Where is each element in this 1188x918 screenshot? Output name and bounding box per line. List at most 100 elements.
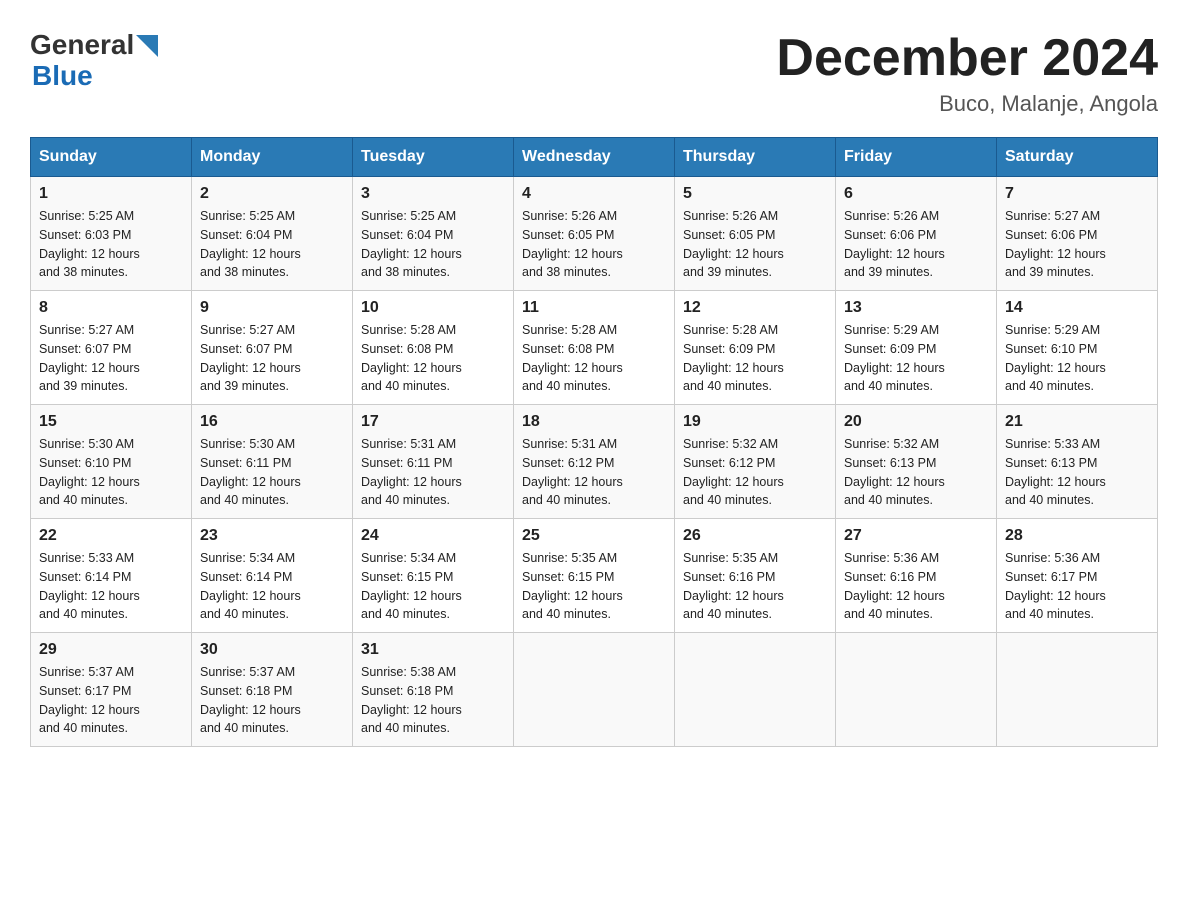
column-header-sunday: Sunday — [31, 138, 192, 177]
calendar-cell: 10 Sunrise: 5:28 AM Sunset: 6:08 PM Dayl… — [353, 291, 514, 405]
calendar-cell: 24 Sunrise: 5:34 AM Sunset: 6:15 PM Dayl… — [353, 519, 514, 633]
calendar-cell — [836, 633, 997, 747]
day-number: 4 — [522, 185, 666, 203]
day-number: 8 — [39, 299, 183, 317]
day-number: 20 — [844, 413, 988, 431]
calendar-cell: 6 Sunrise: 5:26 AM Sunset: 6:06 PM Dayli… — [836, 177, 997, 291]
day-number: 15 — [39, 413, 183, 431]
header-row: SundayMondayTuesdayWednesdayThursdayFrid… — [31, 138, 1158, 177]
calendar-cell: 25 Sunrise: 5:35 AM Sunset: 6:15 PM Dayl… — [514, 519, 675, 633]
day-number: 11 — [522, 299, 666, 317]
day-info: Sunrise: 5:26 AM Sunset: 6:05 PM Dayligh… — [522, 207, 666, 282]
day-number: 29 — [39, 641, 183, 659]
calendar-week-row: 1 Sunrise: 5:25 AM Sunset: 6:03 PM Dayli… — [31, 177, 1158, 291]
calendar-cell: 8 Sunrise: 5:27 AM Sunset: 6:07 PM Dayli… — [31, 291, 192, 405]
day-number: 17 — [361, 413, 505, 431]
day-number: 3 — [361, 185, 505, 203]
day-info: Sunrise: 5:37 AM Sunset: 6:17 PM Dayligh… — [39, 663, 183, 738]
calendar-cell: 9 Sunrise: 5:27 AM Sunset: 6:07 PM Dayli… — [192, 291, 353, 405]
day-info: Sunrise: 5:36 AM Sunset: 6:16 PM Dayligh… — [844, 549, 988, 624]
calendar-subtitle: Buco, Malanje, Angola — [776, 91, 1158, 117]
column-header-monday: Monday — [192, 138, 353, 177]
day-info: Sunrise: 5:29 AM Sunset: 6:09 PM Dayligh… — [844, 321, 988, 396]
calendar-cell: 22 Sunrise: 5:33 AM Sunset: 6:14 PM Dayl… — [31, 519, 192, 633]
calendar-cell: 31 Sunrise: 5:38 AM Sunset: 6:18 PM Dayl… — [353, 633, 514, 747]
day-info: Sunrise: 5:36 AM Sunset: 6:17 PM Dayligh… — [1005, 549, 1149, 624]
logo-triangle-icon — [136, 35, 158, 57]
day-number: 28 — [1005, 527, 1149, 545]
calendar-cell: 20 Sunrise: 5:32 AM Sunset: 6:13 PM Dayl… — [836, 405, 997, 519]
day-info: Sunrise: 5:25 AM Sunset: 6:04 PM Dayligh… — [200, 207, 344, 282]
title-section: December 2024 Buco, Malanje, Angola — [776, 30, 1158, 117]
day-number: 30 — [200, 641, 344, 659]
day-info: Sunrise: 5:26 AM Sunset: 6:05 PM Dayligh… — [683, 207, 827, 282]
calendar-cell: 26 Sunrise: 5:35 AM Sunset: 6:16 PM Dayl… — [675, 519, 836, 633]
day-number: 13 — [844, 299, 988, 317]
day-info: Sunrise: 5:28 AM Sunset: 6:08 PM Dayligh… — [522, 321, 666, 396]
calendar-cell: 1 Sunrise: 5:25 AM Sunset: 6:03 PM Dayli… — [31, 177, 192, 291]
calendar-cell: 4 Sunrise: 5:26 AM Sunset: 6:05 PM Dayli… — [514, 177, 675, 291]
day-number: 26 — [683, 527, 827, 545]
calendar-cell: 30 Sunrise: 5:37 AM Sunset: 6:18 PM Dayl… — [192, 633, 353, 747]
day-number: 25 — [522, 527, 666, 545]
calendar-cell: 5 Sunrise: 5:26 AM Sunset: 6:05 PM Dayli… — [675, 177, 836, 291]
calendar-week-row: 15 Sunrise: 5:30 AM Sunset: 6:10 PM Dayl… — [31, 405, 1158, 519]
calendar-cell: 11 Sunrise: 5:28 AM Sunset: 6:08 PM Dayl… — [514, 291, 675, 405]
calendar-cell: 2 Sunrise: 5:25 AM Sunset: 6:04 PM Dayli… — [192, 177, 353, 291]
day-number: 18 — [522, 413, 666, 431]
column-header-saturday: Saturday — [997, 138, 1158, 177]
calendar-cell: 17 Sunrise: 5:31 AM Sunset: 6:11 PM Dayl… — [353, 405, 514, 519]
day-number: 16 — [200, 413, 344, 431]
day-info: Sunrise: 5:32 AM Sunset: 6:12 PM Dayligh… — [683, 435, 827, 510]
day-number: 10 — [361, 299, 505, 317]
page-header: General Blue December 2024 Buco, Malanje… — [30, 30, 1158, 117]
calendar-cell: 16 Sunrise: 5:30 AM Sunset: 6:11 PM Dayl… — [192, 405, 353, 519]
calendar-cell: 29 Sunrise: 5:37 AM Sunset: 6:17 PM Dayl… — [31, 633, 192, 747]
day-info: Sunrise: 5:33 AM Sunset: 6:14 PM Dayligh… — [39, 549, 183, 624]
day-info: Sunrise: 5:27 AM Sunset: 6:07 PM Dayligh… — [39, 321, 183, 396]
day-info: Sunrise: 5:30 AM Sunset: 6:10 PM Dayligh… — [39, 435, 183, 510]
day-info: Sunrise: 5:37 AM Sunset: 6:18 PM Dayligh… — [200, 663, 344, 738]
day-info: Sunrise: 5:29 AM Sunset: 6:10 PM Dayligh… — [1005, 321, 1149, 396]
column-header-thursday: Thursday — [675, 138, 836, 177]
day-number: 6 — [844, 185, 988, 203]
day-number: 7 — [1005, 185, 1149, 203]
calendar-cell: 18 Sunrise: 5:31 AM Sunset: 6:12 PM Dayl… — [514, 405, 675, 519]
day-info: Sunrise: 5:33 AM Sunset: 6:13 PM Dayligh… — [1005, 435, 1149, 510]
day-info: Sunrise: 5:31 AM Sunset: 6:12 PM Dayligh… — [522, 435, 666, 510]
column-header-wednesday: Wednesday — [514, 138, 675, 177]
day-number: 23 — [200, 527, 344, 545]
calendar-cell — [997, 633, 1158, 747]
logo-blue-text: Blue — [32, 61, 158, 92]
day-number: 5 — [683, 185, 827, 203]
day-info: Sunrise: 5:27 AM Sunset: 6:07 PM Dayligh… — [200, 321, 344, 396]
day-info: Sunrise: 5:34 AM Sunset: 6:15 PM Dayligh… — [361, 549, 505, 624]
day-info: Sunrise: 5:32 AM Sunset: 6:13 PM Dayligh… — [844, 435, 988, 510]
day-number: 1 — [39, 185, 183, 203]
calendar-title: December 2024 — [776, 30, 1158, 87]
day-number: 22 — [39, 527, 183, 545]
calendar-cell: 21 Sunrise: 5:33 AM Sunset: 6:13 PM Dayl… — [997, 405, 1158, 519]
calendar-week-row: 29 Sunrise: 5:37 AM Sunset: 6:17 PM Dayl… — [31, 633, 1158, 747]
day-info: Sunrise: 5:30 AM Sunset: 6:11 PM Dayligh… — [200, 435, 344, 510]
day-info: Sunrise: 5:34 AM Sunset: 6:14 PM Dayligh… — [200, 549, 344, 624]
calendar-cell: 15 Sunrise: 5:30 AM Sunset: 6:10 PM Dayl… — [31, 405, 192, 519]
day-info: Sunrise: 5:25 AM Sunset: 6:04 PM Dayligh… — [361, 207, 505, 282]
day-info: Sunrise: 5:28 AM Sunset: 6:09 PM Dayligh… — [683, 321, 827, 396]
calendar-week-row: 8 Sunrise: 5:27 AM Sunset: 6:07 PM Dayli… — [31, 291, 1158, 405]
column-header-friday: Friday — [836, 138, 997, 177]
calendar-cell: 28 Sunrise: 5:36 AM Sunset: 6:17 PM Dayl… — [997, 519, 1158, 633]
calendar-week-row: 22 Sunrise: 5:33 AM Sunset: 6:14 PM Dayl… — [31, 519, 1158, 633]
calendar-table: SundayMondayTuesdayWednesdayThursdayFrid… — [30, 137, 1158, 747]
calendar-cell — [675, 633, 836, 747]
day-info: Sunrise: 5:26 AM Sunset: 6:06 PM Dayligh… — [844, 207, 988, 282]
calendar-cell: 13 Sunrise: 5:29 AM Sunset: 6:09 PM Dayl… — [836, 291, 997, 405]
day-number: 24 — [361, 527, 505, 545]
logo-general-text: General — [30, 30, 134, 61]
calendar-cell: 3 Sunrise: 5:25 AM Sunset: 6:04 PM Dayli… — [353, 177, 514, 291]
day-number: 19 — [683, 413, 827, 431]
day-info: Sunrise: 5:35 AM Sunset: 6:16 PM Dayligh… — [683, 549, 827, 624]
day-number: 12 — [683, 299, 827, 317]
calendar-cell: 23 Sunrise: 5:34 AM Sunset: 6:14 PM Dayl… — [192, 519, 353, 633]
calendar-cell — [514, 633, 675, 747]
